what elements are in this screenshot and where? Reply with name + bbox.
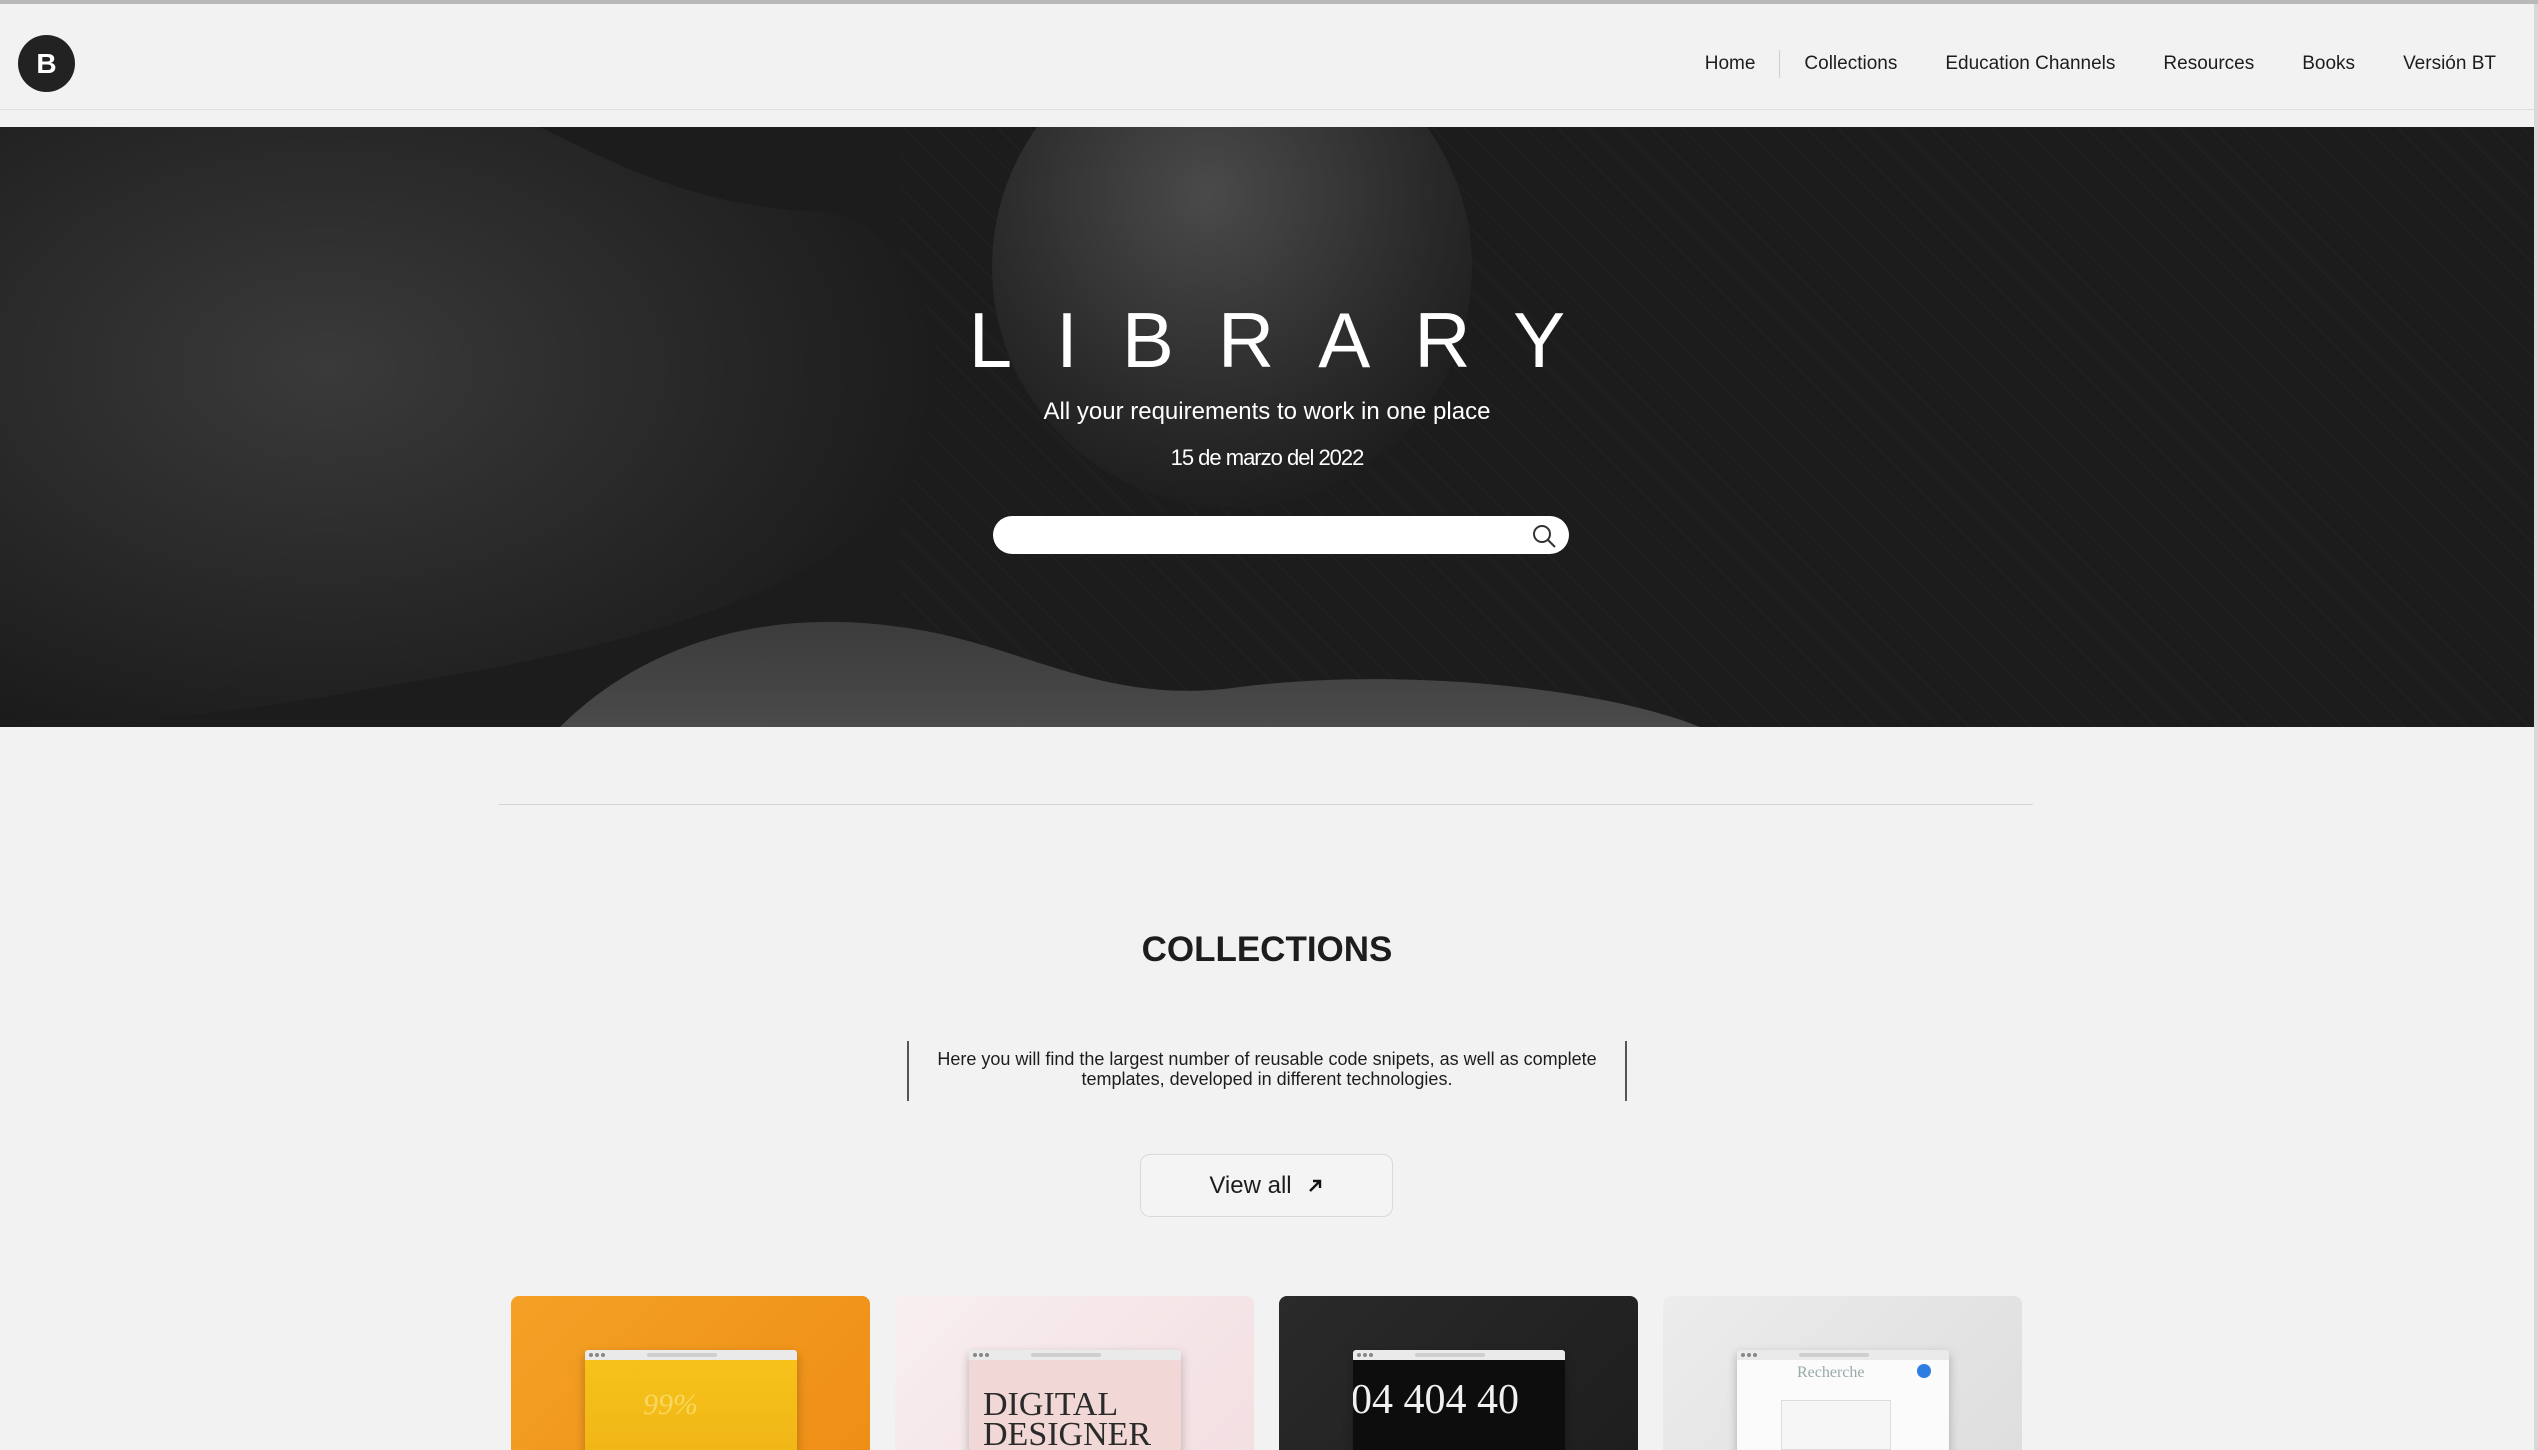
card-preview: 99% xyxy=(585,1350,797,1450)
nav-version-bt[interactable]: Versión BT xyxy=(2403,53,2496,75)
nav-separator xyxy=(1779,50,1781,78)
site-header: B Home Collections Education Channels Re… xyxy=(0,4,2534,110)
hero-subtitle: All your requirements to work in one pla… xyxy=(1043,398,1491,425)
card-preview-text: Recherche xyxy=(1797,1364,1865,1381)
collection-card[interactable]: 99% xyxy=(511,1296,870,1450)
card-preview-text: DIGITAL DESIGNER xyxy=(983,1386,1152,1450)
collection-card[interactable]: 04 404 40 xyxy=(1279,1296,1638,1450)
search-bar xyxy=(993,516,1569,554)
nav-collections[interactable]: Collections xyxy=(1804,53,1897,75)
search-input[interactable] xyxy=(1013,516,1533,554)
collections-title: COLLECTIONS xyxy=(1141,930,1393,969)
collection-card[interactable]: DIGITAL DESIGNER xyxy=(895,1296,1254,1450)
blue-dot-icon xyxy=(1917,1364,1931,1378)
view-all-button[interactable]: View all xyxy=(1140,1154,1393,1217)
collection-card[interactable]: Recherche xyxy=(1663,1296,2022,1450)
nav-home[interactable]: Home xyxy=(1705,53,1756,75)
card-preview-text: 04 404 40 xyxy=(1353,1377,1519,1423)
logo-letter: B xyxy=(36,47,57,79)
collections-description: Here you will find the largest number of… xyxy=(907,1041,1627,1101)
form-panel xyxy=(1781,1400,1891,1450)
hero-title: LIBRARY xyxy=(968,296,1610,384)
card-preview: DIGITAL DESIGNER xyxy=(969,1350,1181,1450)
card-preview: Recherche xyxy=(1737,1350,1949,1450)
nav-books[interactable]: Books xyxy=(2302,53,2355,75)
page-scrollbar[interactable] xyxy=(2534,4,2538,1450)
section-divider xyxy=(499,804,2033,805)
card-preview: 04 404 40 xyxy=(1353,1350,1565,1450)
brand-logo[interactable]: B xyxy=(18,35,75,92)
nav-education-channels[interactable]: Education Channels xyxy=(1945,53,2115,75)
hero-date: 15 de marzo del 2022 xyxy=(1170,445,1365,470)
card-preview-text: 99% xyxy=(643,1388,698,1421)
search-icon[interactable] xyxy=(1531,523,1557,549)
hero-banner: LIBRARY All your requirements to work in… xyxy=(0,127,2534,727)
main-nav: Home Collections Education Channels Reso… xyxy=(1705,50,2496,78)
arrow-up-right-icon xyxy=(1308,1179,1321,1192)
hero-content: LIBRARY All your requirements to work in… xyxy=(0,127,2534,727)
nav-resources[interactable]: Resources xyxy=(2163,53,2254,75)
view-all-label: View all xyxy=(1209,1171,1292,1199)
